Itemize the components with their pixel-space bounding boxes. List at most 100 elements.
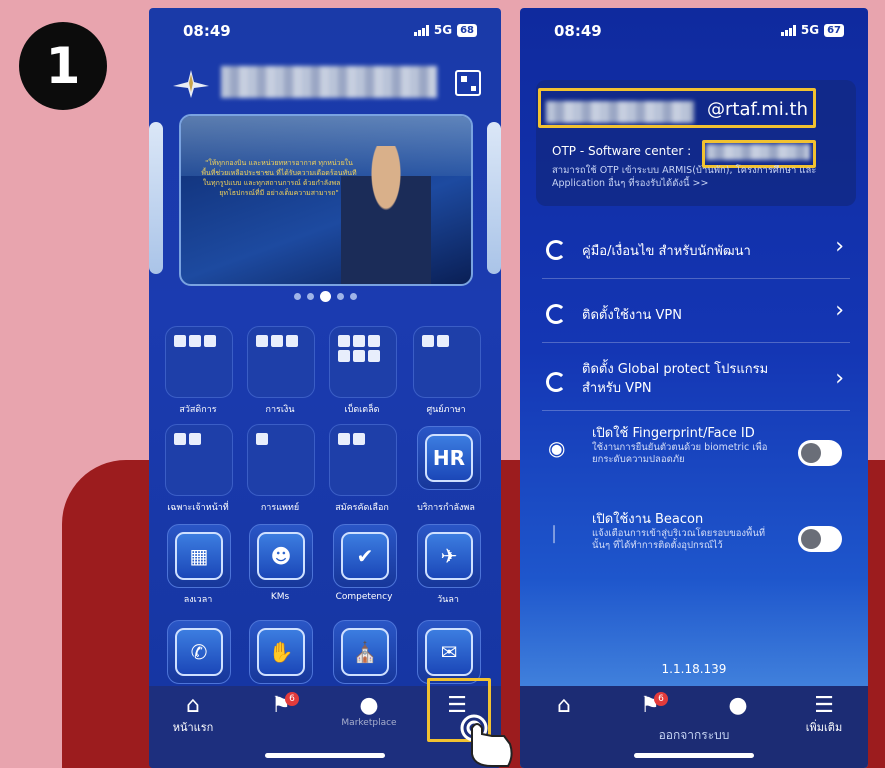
badge-check-icon: ✔ (341, 532, 389, 580)
store-icon: ⛪ (341, 628, 389, 676)
carousel-next-card[interactable] (487, 122, 501, 274)
language-center-folder[interactable] (413, 326, 481, 398)
vpn-install-item[interactable]: ติดตั้งใช้งาน VPN › (542, 286, 850, 343)
tab-home[interactable]: ⌂ หน้าแรก (163, 694, 223, 736)
bottom-tab-bar: ⌂ ⚑ 6 ● ☰ เพิ่มเติม ออกจากระบบ (520, 686, 868, 768)
page-dot-active[interactable] (319, 291, 331, 302)
calendar-plane-icon: ✈ (425, 532, 473, 580)
staff-only-folder[interactable] (165, 424, 233, 496)
marketplace-app[interactable]: ⛪ (333, 620, 397, 684)
grid-label: เบ็ดเตล็ด (344, 405, 380, 415)
home-icon: ⌂ (557, 693, 571, 718)
competency-app[interactable]: ✔ (333, 524, 397, 588)
grid-label: ลงเวลา (183, 595, 213, 605)
logout-link[interactable]: ออกจากระบบ (520, 726, 868, 745)
otp-description[interactable]: สามารถใช้ OTP เข้าระบบ ARMIS(บ้านพัก), โ… (552, 164, 842, 190)
phone-icon: ✆ (175, 628, 223, 676)
page-dot[interactable] (293, 293, 301, 300)
loading-circle-icon (546, 304, 566, 324)
bluetooth-icon: ᛁ (548, 522, 560, 546)
chevron-right-icon: › (835, 366, 844, 391)
misc-folder[interactable] (329, 326, 397, 398)
tap-hand-icon (460, 714, 513, 767)
toggle-title: เปิดใช้งาน Beacon (592, 512, 704, 527)
tab-notifications[interactable]: ⚑ 6 (620, 692, 680, 718)
medical-folder[interactable] (247, 424, 315, 496)
hand-icon: ✋ (257, 628, 305, 676)
network-label: 5G (433, 23, 453, 37)
phone-home-screen: 08:49 5G 68 "ให้ทุกกองบิน และหน่วยทหารอา… (149, 8, 501, 768)
page-dot[interactable] (306, 293, 314, 300)
finance-folder[interactable] (247, 326, 315, 398)
status-bar: 08:49 5G 68 (149, 20, 501, 42)
grid-label: บริการกำลังพล (417, 503, 475, 513)
username-blurred (221, 66, 437, 98)
mail-icon: ✉ (425, 628, 473, 676)
signal-icon (413, 24, 429, 36)
announcement-banner[interactable]: "ให้ทุกกองบิน และหน่วยทหารอากาศ ทุกหน่วย… (179, 114, 473, 286)
step-number-badge: 1 (19, 22, 107, 110)
leave-app[interactable]: ✈ (417, 524, 481, 588)
grid-label: สวัสดิการ (179, 405, 217, 415)
grid-label: Competency (335, 592, 393, 602)
grid-label: วันลา (437, 595, 459, 605)
battery-icon: 67 (824, 23, 844, 37)
toggle-desc: แจ้งเตือนการเข้าสู่บริเวณโดยรอบของพื้นที… (592, 528, 766, 551)
phone-app[interactable]: ✆ (167, 620, 231, 684)
hr-icon: HR (425, 434, 473, 482)
global-protect-item[interactable]: ติดตั้ง Global protect โปรแกรม สำหรับ VP… (542, 350, 850, 411)
tab-profile[interactable]: ● Marketplace (339, 693, 399, 729)
mail-app[interactable]: ✉ (417, 620, 481, 684)
notification-badge: 6 (654, 692, 668, 706)
page-dot[interactable] (336, 293, 344, 300)
qr-code-icon[interactable] (455, 70, 481, 96)
home-indicator (265, 753, 385, 758)
toggle-desc: ใช้งานการยืนยันตัวตนด้วย biometric เพื่อ… (592, 442, 768, 465)
notification-badge: 6 (285, 692, 299, 706)
tab-home-label: หน้าแรก (172, 721, 214, 734)
kms-app[interactable]: ☻ (249, 524, 313, 588)
user-icon: ● (728, 693, 748, 718)
status-time: 08:49 (183, 22, 231, 40)
bell-icon: ⚑ (640, 693, 660, 718)
loading-circle-icon (546, 240, 566, 260)
carousel-prev-card[interactable] (149, 122, 163, 274)
bell-icon: ⚑ (271, 693, 291, 718)
menu-label: คู่มือ/เงื่อนไข สำหรับนักพัฒนา (582, 244, 751, 259)
toggle-title: เปิดใช้ Fingerprint/Face ID (592, 426, 755, 441)
id-card-clock-icon: ▦ (175, 532, 223, 580)
tab-home[interactable]: ⌂ (534, 694, 594, 718)
welfare-folder[interactable] (165, 326, 233, 398)
tab-notifications[interactable]: ⚑ 6 (251, 692, 311, 718)
fingerprint-icon: ◉ (548, 436, 566, 460)
user-icon: ● (359, 693, 379, 718)
hr-service-app[interactable]: HR (417, 426, 481, 490)
partial-label: Marketplace (341, 718, 397, 728)
grid-label: สมัครคัดเลือก (335, 503, 389, 513)
head-brain-icon: ☻ (257, 532, 305, 580)
tab-profile[interactable]: ● (708, 694, 768, 718)
grid-label: การแพทย์ (260, 503, 300, 513)
grid-label: การเงิน (265, 405, 295, 415)
otp-label: OTP - Software center : (552, 144, 692, 158)
beacon-toggle-row: ᛁ เปิดใช้งาน Beacon แจ้งเตือนการเข้าสู่บ… (542, 508, 850, 588)
recruitment-folder[interactable] (329, 424, 397, 496)
officer-photo (341, 146, 431, 284)
menu-icon: ☰ (814, 693, 834, 718)
loading-circle-icon (546, 372, 566, 392)
fingerprint-toggle-row: ◉ เปิดใช้ Fingerprint/Face ID ใช้งานการย… (542, 422, 850, 502)
beacon-switch[interactable] (798, 526, 842, 552)
home-icon: ⌂ (186, 693, 200, 718)
network-label: 5G (800, 23, 820, 37)
banner-text: "ให้ทุกกองบิน และหน่วยทหารอากาศ ทุกหน่วย… (201, 159, 357, 197)
page-dot[interactable] (349, 293, 357, 300)
status-bar: 08:49 5G 67 (520, 20, 868, 42)
time-attendance-app[interactable]: ▦ (167, 524, 231, 588)
rtaf-logo-icon (173, 70, 209, 98)
signal-icon (780, 24, 796, 36)
grid-label: KMs (270, 592, 290, 602)
fingerprint-switch[interactable] (798, 440, 842, 466)
home-indicator (634, 753, 754, 758)
developer-guide-item[interactable]: คู่มือ/เงื่อนไข สำหรับนักพัฒนา › (542, 222, 850, 279)
support-app[interactable]: ✋ (249, 620, 313, 684)
